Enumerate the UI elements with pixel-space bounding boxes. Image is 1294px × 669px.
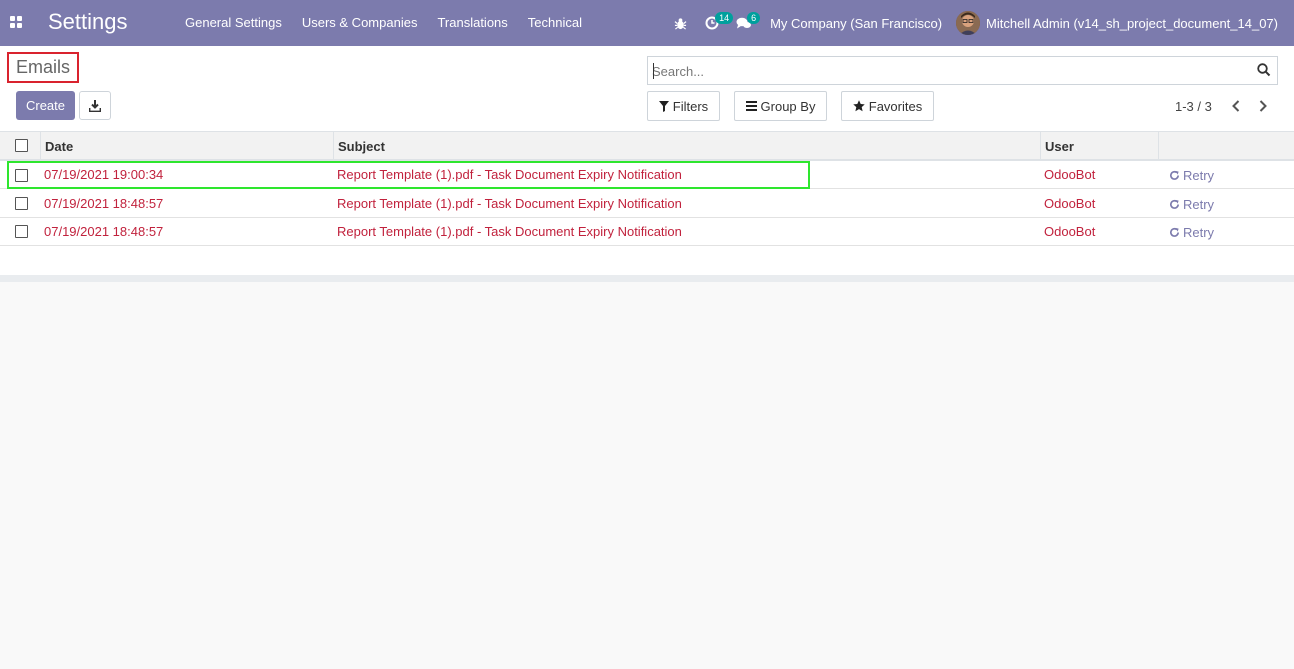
row-user: OdooBot bbox=[1044, 196, 1096, 211]
favorites-label: Favorites bbox=[868, 98, 923, 114]
filters-button[interactable]: Filters bbox=[647, 91, 720, 121]
pager-next-icon[interactable] bbox=[1255, 97, 1271, 115]
select-all-checkbox[interactable] bbox=[15, 139, 28, 152]
export-button[interactable] bbox=[79, 91, 111, 120]
row-date: 07/19/2021 18:48:57 bbox=[44, 196, 164, 211]
favorites-button[interactable]: Favorites bbox=[841, 91, 934, 121]
top-navbar: Settings General Settings Users & Compan… bbox=[0, 0, 1294, 46]
row-subject: Report Template (1).pdf - Task Document … bbox=[337, 224, 682, 239]
debug-bug-icon[interactable] bbox=[664, 0, 696, 46]
row-subject: Report Template (1).pdf - Task Document … bbox=[337, 196, 682, 211]
breadcrumb: Emails bbox=[15, 57, 70, 77]
column-user[interactable]: User bbox=[1041, 132, 1159, 161]
retry-label: Retry bbox=[1183, 167, 1215, 183]
menu-general-settings[interactable]: General Settings bbox=[175, 0, 292, 46]
pager-previous-icon[interactable] bbox=[1228, 97, 1244, 115]
list-footer bbox=[0, 275, 1294, 282]
retry-button[interactable]: Retry bbox=[1169, 218, 1214, 246]
row-user: OdooBot bbox=[1044, 224, 1096, 239]
filters-label: Filters bbox=[672, 98, 709, 114]
table-row[interactable]: 07/19/2021 18:48:57 Report Template (1).… bbox=[0, 190, 1294, 218]
menu-translations[interactable]: Translations bbox=[427, 0, 517, 46]
row-date: 07/19/2021 18:48:57 bbox=[44, 224, 164, 239]
bars-icon bbox=[745, 101, 757, 111]
select-all-cell bbox=[0, 132, 41, 161]
retry-label: Retry bbox=[1183, 224, 1215, 240]
column-actions bbox=[1159, 132, 1294, 161]
table-row[interactable]: 07/19/2021 19:00:34 Report Template (1).… bbox=[0, 161, 1294, 189]
text-cursor bbox=[653, 63, 654, 79]
group-by-button[interactable]: Group By bbox=[734, 91, 827, 121]
emails-list: Date Subject User 07/19/2021 19:00:34 Re… bbox=[0, 132, 1294, 275]
retry-button[interactable]: Retry bbox=[1169, 190, 1214, 218]
messages-count-badge: 6 bbox=[747, 12, 761, 24]
user-name: Mitchell Admin (v14_sh_project_document_… bbox=[986, 15, 1278, 31]
activity-clock-icon[interactable]: 14 bbox=[696, 0, 734, 46]
table-header: Date Subject User bbox=[0, 132, 1294, 161]
menu-users-companies[interactable]: Users & Companies bbox=[292, 0, 428, 46]
app-title[interactable]: Settings bbox=[48, 9, 128, 35]
retry-label: Retry bbox=[1183, 196, 1215, 212]
user-avatar bbox=[956, 11, 981, 35]
search-input[interactable] bbox=[652, 61, 1252, 81]
row-checkbox[interactable] bbox=[15, 225, 28, 238]
filter-icon bbox=[658, 100, 669, 112]
download-icon bbox=[89, 99, 101, 112]
refresh-icon bbox=[1170, 170, 1179, 180]
menu-technical[interactable]: Technical bbox=[518, 0, 592, 46]
row-user: OdooBot bbox=[1044, 167, 1096, 182]
row-checkbox[interactable] bbox=[15, 169, 28, 182]
control-panel: Emails Create Filters Group By Favorites… bbox=[0, 46, 1294, 132]
retry-button[interactable]: Retry bbox=[1169, 161, 1214, 189]
pager-value[interactable]: 1-3 / 3 bbox=[1175, 99, 1212, 114]
breadcrumb-highlight: Emails bbox=[7, 52, 79, 83]
row-checkbox[interactable] bbox=[15, 197, 28, 210]
row-date: 07/19/2021 19:00:34 bbox=[44, 167, 164, 182]
star-icon bbox=[853, 100, 865, 112]
refresh-icon bbox=[1170, 227, 1179, 237]
user-menu[interactable]: Mitchell Admin (v14_sh_project_document_… bbox=[956, 11, 1294, 35]
messages-chat-icon[interactable]: 6 bbox=[728, 0, 761, 46]
row-subject: Report Template (1).pdf - Task Document … bbox=[337, 167, 682, 182]
search-icon[interactable] bbox=[1257, 63, 1271, 77]
column-date[interactable]: Date bbox=[41, 132, 334, 161]
column-subject[interactable]: Subject bbox=[334, 132, 1041, 161]
table-row[interactable]: 07/19/2021 18:48:57 Report Template (1).… bbox=[0, 218, 1294, 246]
company-switcher[interactable]: My Company (San Francisco) bbox=[760, 16, 956, 31]
refresh-icon bbox=[1170, 199, 1179, 209]
search-bar bbox=[647, 56, 1278, 85]
apps-menu-icon[interactable] bbox=[10, 16, 22, 28]
group-by-label: Group By bbox=[760, 98, 816, 114]
create-button[interactable]: Create bbox=[16, 91, 75, 120]
main-menu: General Settings Users & Companies Trans… bbox=[175, 0, 592, 46]
systray: 14 6 My Company (San Francisco) Mitchell… bbox=[664, 0, 1294, 46]
